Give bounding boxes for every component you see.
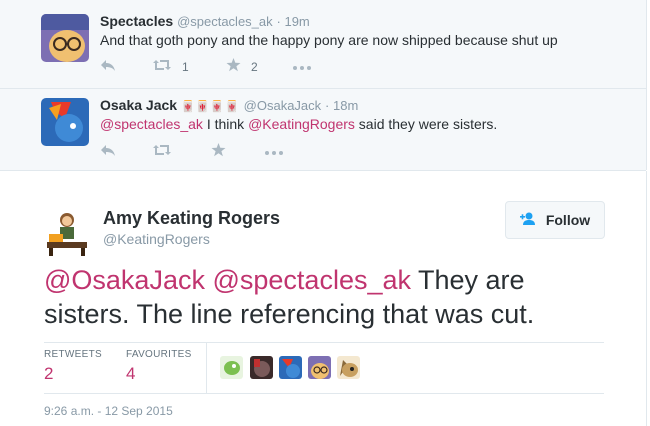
tweet-text: @OsakaJack @spectacles_ak They are siste… — [44, 263, 604, 331]
more-icon — [292, 58, 312, 74]
tweet-time[interactable]: · 19m — [277, 14, 310, 29]
favouriter-avatar[interactable] — [250, 356, 273, 379]
retweet-icon — [152, 143, 172, 160]
avatar[interactable] — [41, 98, 89, 146]
text-fragment: said they were sisters. — [354, 116, 498, 132]
favourite-button[interactable] — [211, 143, 226, 160]
follow-button[interactable]: Follow — [505, 201, 605, 239]
tweet-stats: RETWEETS 2 FAVOURITES 4 — [44, 342, 604, 394]
mention-link[interactable]: @spectacles_ak — [100, 116, 203, 132]
retweet-button[interactable] — [152, 143, 172, 160]
user-handle[interactable]: @spectacles_ak — [177, 14, 273, 29]
avatar[interactable] — [41, 14, 89, 62]
favourite-button[interactable]: 2 — [226, 58, 258, 75]
stats-divider — [206, 343, 207, 393]
mention-link[interactable]: @spectacles_ak — [212, 265, 411, 295]
text-fragment: I think — [202, 116, 249, 132]
avatar[interactable] — [45, 208, 93, 256]
reply-icon — [100, 143, 116, 160]
retweets-stat[interactable]: RETWEETS 2 — [44, 349, 102, 384]
favourites-count: 4 — [126, 364, 136, 383]
favouriter-avatar[interactable] — [308, 356, 331, 379]
more-icon — [264, 143, 284, 159]
user-name[interactable]: Osaka Jack — [100, 97, 177, 113]
reply-icon — [100, 58, 116, 75]
more-button[interactable] — [292, 58, 312, 74]
favourites-stat[interactable]: FAVOURITES 4 — [126, 349, 192, 384]
favourite-icon — [226, 58, 241, 75]
user-handle[interactable]: @KeatingRogers — [103, 231, 210, 247]
favourite-count: 2 — [251, 59, 258, 74]
tweet-text: @spectacles_ak I think @KeatingRogers sa… — [100, 116, 497, 132]
conversation-thread — [0, 0, 647, 171]
name-glyphs: 🀄🀄🀄🀄 — [180, 101, 240, 113]
tweet-timestamp[interactable]: 9:26 a.m. - 12 Sep 2015 — [44, 404, 173, 418]
more-button[interactable] — [264, 143, 284, 159]
follow-label: Follow — [545, 212, 591, 228]
favouriter-avatar[interactable] — [337, 356, 360, 379]
retweets-count: 2 — [44, 364, 54, 383]
retweet-count: 1 — [182, 59, 189, 74]
retweets-label: RETWEETS — [44, 349, 102, 360]
user-name[interactable]: Amy Keating Rogers — [103, 208, 280, 229]
user-name[interactable]: Spectacles — [100, 13, 173, 29]
reply-button[interactable] — [100, 143, 116, 160]
favourites-label: FAVOURITES — [126, 349, 192, 360]
mention-link[interactable]: @OsakaJack — [44, 265, 205, 295]
tweet-time[interactable]: · 18m — [325, 98, 358, 113]
user-handle[interactable]: @OsakaJack — [244, 98, 322, 113]
follow-person-icon — [519, 212, 538, 229]
mention-link[interactable]: @KeatingRogers — [248, 116, 355, 132]
tweet-text: And that goth pony and the happy pony ar… — [100, 32, 558, 48]
retweet-icon — [152, 58, 172, 75]
tweet-header: Osaka Jack 🀄🀄🀄🀄 @OsakaJack · 18m — [100, 97, 358, 113]
favouriter-avatar[interactable] — [279, 356, 302, 379]
reply-button[interactable] — [100, 58, 116, 75]
favourite-icon — [211, 143, 226, 160]
retweet-button[interactable]: 1 — [152, 58, 189, 75]
tweet-header: Spectacles @spectacles_ak · 19m — [100, 13, 310, 29]
favouriter-avatar[interactable] — [220, 356, 243, 379]
